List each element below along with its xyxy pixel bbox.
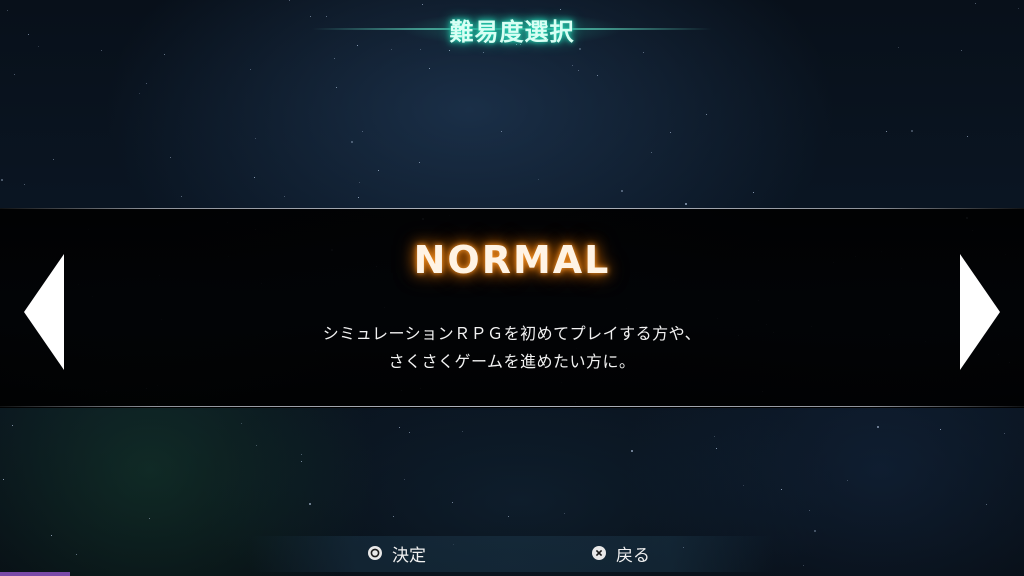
star xyxy=(462,431,463,432)
star xyxy=(336,87,337,88)
star xyxy=(1,179,3,181)
star xyxy=(940,429,941,430)
cross-button-icon xyxy=(592,546,606,560)
star xyxy=(38,46,39,47)
star xyxy=(310,16,311,17)
star xyxy=(449,50,450,51)
star xyxy=(14,74,15,75)
star xyxy=(254,177,255,178)
star xyxy=(393,516,394,517)
star xyxy=(651,152,652,153)
star xyxy=(250,69,251,70)
back-label: 戻る xyxy=(616,545,650,566)
star xyxy=(284,196,285,197)
star xyxy=(809,510,810,511)
bottom-accent-bar xyxy=(0,572,70,576)
title-bar: 難易度選択 xyxy=(312,6,712,50)
star xyxy=(967,136,968,137)
confirm-hint[interactable]: 決定 xyxy=(368,543,426,566)
star xyxy=(351,141,353,143)
star xyxy=(76,554,77,555)
star xyxy=(501,131,502,132)
panel-top-divider xyxy=(0,208,1024,209)
star xyxy=(164,54,165,55)
star xyxy=(51,535,52,536)
difficulty-description-line2: さくさくゲームを進めたい方に。 xyxy=(388,352,636,371)
star xyxy=(399,427,400,428)
star xyxy=(101,50,102,51)
difficulty-select-screen: 難易度選択 NORMAL シミュレーションＲＰＧを初めてプレイする方や、 さくさ… xyxy=(0,0,1024,576)
star xyxy=(781,489,782,490)
star xyxy=(378,170,379,171)
star xyxy=(146,83,147,84)
back-hint[interactable]: 戻る xyxy=(592,543,650,566)
star xyxy=(886,131,887,132)
star xyxy=(241,423,242,424)
star xyxy=(334,58,335,59)
star xyxy=(256,445,257,446)
star xyxy=(847,480,848,481)
star xyxy=(419,162,420,163)
confirm-label: 決定 xyxy=(392,545,426,566)
star xyxy=(170,157,171,158)
difficulty-name: NORMAL xyxy=(413,238,611,282)
star xyxy=(538,179,539,180)
star xyxy=(961,50,962,51)
star xyxy=(1004,433,1005,434)
star xyxy=(28,34,29,35)
star xyxy=(404,479,405,480)
star xyxy=(814,530,816,532)
star xyxy=(409,432,410,433)
star xyxy=(358,197,359,198)
page-title: 難易度選択 xyxy=(449,18,575,46)
star xyxy=(301,461,302,462)
star xyxy=(483,52,484,53)
star xyxy=(911,130,913,132)
star xyxy=(743,485,744,486)
star xyxy=(309,503,311,505)
star xyxy=(1018,8,1019,9)
star xyxy=(289,0,290,1)
star xyxy=(986,504,987,505)
button-guide-bar xyxy=(250,536,774,572)
star xyxy=(149,518,150,519)
star xyxy=(301,454,302,455)
star xyxy=(578,70,579,71)
star xyxy=(714,436,715,437)
star xyxy=(621,190,623,192)
star xyxy=(255,138,256,139)
star xyxy=(564,513,565,514)
circle-button-icon xyxy=(368,546,382,560)
star xyxy=(685,203,687,205)
star xyxy=(7,10,8,11)
star xyxy=(508,516,509,517)
star xyxy=(898,47,899,48)
star xyxy=(803,565,804,566)
star xyxy=(362,131,363,132)
star xyxy=(572,65,573,66)
star xyxy=(670,132,671,133)
star xyxy=(359,182,360,183)
star xyxy=(975,3,976,4)
star xyxy=(716,448,717,449)
panel-bottom-divider xyxy=(0,406,1024,407)
star xyxy=(877,426,879,428)
star xyxy=(53,159,54,160)
star xyxy=(643,52,644,53)
star xyxy=(429,68,430,69)
star xyxy=(422,4,423,5)
difficulty-description-line1: シミュレーションＲＰＧを初めてプレイする方や、 xyxy=(322,324,702,343)
star xyxy=(3,479,4,480)
star xyxy=(452,502,453,503)
star xyxy=(753,192,754,193)
star xyxy=(706,114,707,115)
star xyxy=(24,184,25,185)
next-difficulty-arrow-icon[interactable] xyxy=(960,254,1000,370)
star xyxy=(181,196,182,197)
star xyxy=(139,93,140,94)
previous-difficulty-arrow-icon[interactable] xyxy=(24,254,64,370)
star xyxy=(597,75,598,76)
star xyxy=(631,450,633,452)
star xyxy=(12,425,13,426)
